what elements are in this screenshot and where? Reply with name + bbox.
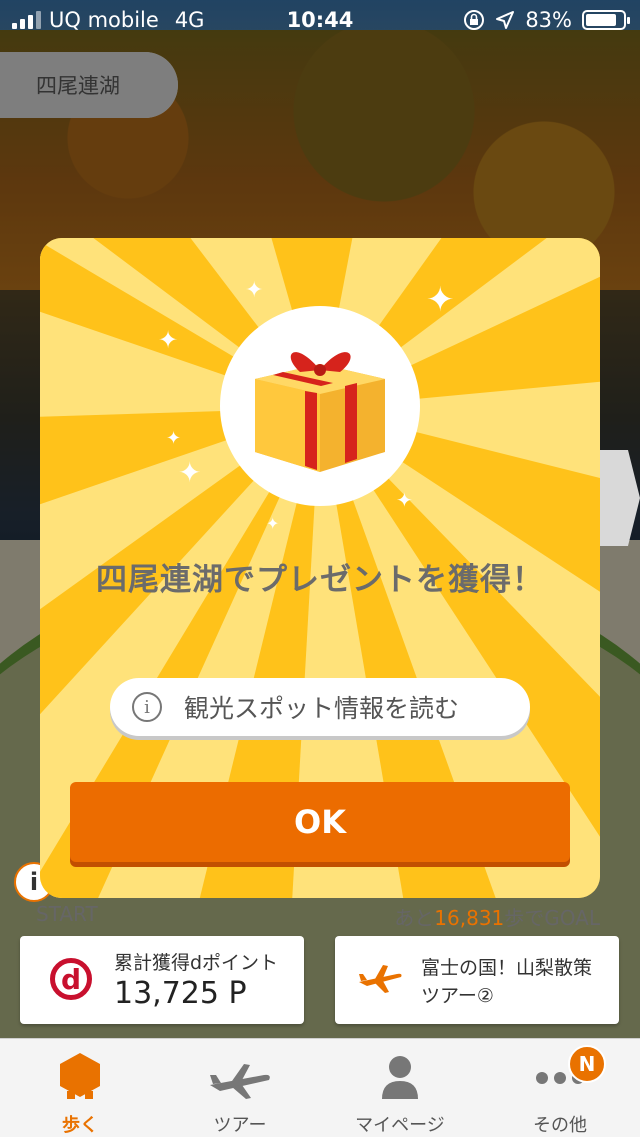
- tab-bar: 歩く ツアー マイページ N その他: [0, 1038, 640, 1137]
- read-spot-info-label: 観光スポット情報を読む: [184, 694, 460, 723]
- new-badge: N: [568, 1045, 606, 1083]
- tab-mypage-label: マイページ: [355, 1115, 445, 1136]
- goal-suffix: 歩でGOAL: [504, 906, 600, 930]
- sparkle-icon: ✦: [245, 278, 264, 303]
- battery-icon: [582, 10, 630, 30]
- plane-icon: [210, 1064, 270, 1099]
- tab-walk-label: 歩く: [62, 1115, 98, 1136]
- info-icon: i: [132, 692, 162, 722]
- start-label: START: [36, 902, 98, 926]
- d-point-logo-icon: d: [50, 958, 92, 1000]
- person-icon: [382, 1056, 418, 1099]
- tab-tour[interactable]: ツアー: [160, 1039, 320, 1137]
- points-label: 累計獲得dポイント: [114, 952, 279, 974]
- plane-icon: [359, 965, 402, 993]
- location-tab-label: 四尾連湖: [36, 74, 120, 98]
- tab-mypage[interactable]: マイページ: [320, 1039, 480, 1137]
- present-modal: ✦ ✦ ✦ ✦ ✦ ✦ ✦ 四尾連湖でプレゼントを獲得！ i 観光スポット情報を…: [40, 238, 600, 898]
- modal-title: 四尾連湖でプレゼントを獲得！: [96, 562, 544, 598]
- progress-row: START あと16,831歩でGOAL: [0, 898, 640, 932]
- tab-walk[interactable]: 歩く: [0, 1039, 160, 1137]
- goal-remaining: あと16,831歩でGOAL: [394, 902, 600, 931]
- steps-remaining: 16,831: [434, 906, 505, 930]
- read-spot-info-button[interactable]: i 観光スポット情報を読む: [110, 678, 530, 736]
- sparkle-icon: ✦: [178, 456, 202, 489]
- location-arrow-icon: [496, 11, 515, 29]
- sparkle-icon: ✦: [396, 488, 413, 512]
- walk-icon: [60, 1053, 100, 1099]
- tab-more[interactable]: N その他: [480, 1039, 640, 1137]
- battery-percent: 83%: [525, 8, 572, 32]
- goal-prefix: あと: [394, 906, 435, 930]
- tab-tour-label: ツアー: [213, 1115, 267, 1136]
- sparkle-icon: ✦: [158, 326, 179, 354]
- tab-more-label: その他: [533, 1115, 587, 1136]
- status-bar: UQ mobile 4G 10:44 83%: [0, 0, 640, 40]
- points-value: 13,725 P: [114, 976, 247, 1011]
- points-card[interactable]: d 累計獲得dポイント 13,725 P: [20, 936, 304, 1024]
- rotation-lock-icon: [464, 10, 485, 30]
- gift-box-icon: [255, 352, 385, 472]
- sparkle-icon: ✦: [426, 280, 455, 320]
- sparkle-icon: ✦: [166, 428, 182, 449]
- sparkle-icon: ✦: [266, 514, 280, 533]
- location-tab[interactable]: 四尾連湖: [0, 52, 178, 118]
- ok-button[interactable]: OK: [70, 782, 570, 862]
- tour-card[interactable]: 富士の国！山梨散策ツアー②: [335, 936, 619, 1024]
- tour-name: 富士の国！山梨散策ツアー②: [421, 957, 593, 1007]
